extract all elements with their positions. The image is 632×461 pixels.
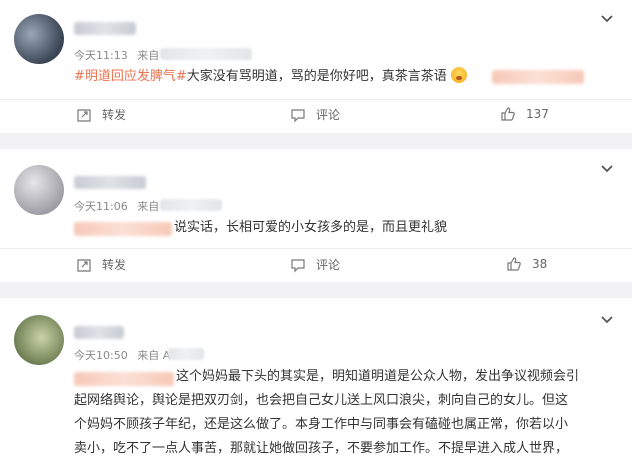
chevron-down-icon[interactable] bbox=[600, 162, 614, 176]
repost-label: 转发 bbox=[102, 108, 127, 122]
repost-icon bbox=[77, 258, 91, 272]
username-blurred[interactable] bbox=[74, 22, 136, 35]
post-meta: 今天10:50 来自 A bbox=[74, 347, 170, 363]
comment-button[interactable]: 评论 bbox=[290, 256, 340, 273]
post-time: 今天10:50 bbox=[74, 349, 128, 362]
like-icon bbox=[507, 257, 521, 271]
like-icon bbox=[501, 107, 515, 121]
comment-icon bbox=[291, 258, 305, 272]
comment-line-4: 卖小，吃不了一点人事苦，那就让她做回孩子，不要参加工作。不提早进入成人世界， bbox=[74, 441, 569, 456]
post-meta: 今天11:13 来自 bbox=[74, 47, 159, 63]
comment-label: 评论 bbox=[316, 258, 341, 272]
comment-text: #明道回应发脾气#大家没有骂明道，骂的是你好吧，真茶言茶语 bbox=[74, 66, 467, 88]
post-meta: 今天11:06 来自 bbox=[74, 198, 159, 214]
divider bbox=[0, 248, 632, 249]
comment-button[interactable]: 评论 bbox=[290, 106, 340, 123]
source-label: 来自 bbox=[137, 200, 160, 213]
divider bbox=[0, 99, 632, 100]
hashtag-link[interactable]: #明道回应发脾气# bbox=[74, 69, 187, 84]
mention-blurred[interactable] bbox=[74, 372, 174, 386]
repost-button[interactable]: 转发 bbox=[76, 106, 126, 123]
repost-icon bbox=[77, 108, 91, 122]
like-button[interactable]: 137 bbox=[500, 106, 549, 122]
mention-blurred[interactable] bbox=[492, 70, 584, 84]
repost-label: 转发 bbox=[102, 258, 127, 272]
source-label: 来自 bbox=[137, 349, 160, 362]
avatar[interactable] bbox=[14, 315, 64, 365]
avatar[interactable] bbox=[14, 14, 64, 64]
comment-icon bbox=[291, 108, 305, 122]
comment-line-1: 这个妈妈最下头的其实是，明知道明道是公众人物，发出争议视频会引 bbox=[176, 369, 580, 384]
avatar[interactable] bbox=[14, 165, 64, 215]
emoji-icon bbox=[450, 67, 467, 83]
like-count: 137 bbox=[526, 107, 549, 121]
mention-blurred[interactable] bbox=[74, 222, 172, 236]
like-button[interactable]: 38 bbox=[506, 256, 547, 272]
post-time: 今天11:13 bbox=[74, 49, 128, 62]
chevron-down-icon[interactable] bbox=[600, 12, 614, 26]
comment-feed: 今天11:13 来自 #明道回应发脾气#大家没有骂明道，骂的是你好吧，真茶言茶语… bbox=[0, 0, 632, 461]
post-time: 今天11:06 bbox=[74, 200, 128, 213]
comment-line-3: 个妈妈不顾孩子年纪，还是这么做了。本身工作中与同事会有磕碰也属正常，你若以小 bbox=[74, 417, 569, 432]
username-blurred[interactable] bbox=[74, 326, 124, 339]
chevron-down-icon[interactable] bbox=[600, 313, 614, 327]
source-blurred[interactable] bbox=[168, 348, 204, 360]
source-label: 来自 bbox=[137, 49, 160, 62]
comment-line-2: 起网络舆论，舆论是把双刃剑，也会把自己女儿送上风口浪尖，刺向自己的女儿。但这 bbox=[74, 393, 569, 408]
username-blurred[interactable] bbox=[74, 176, 146, 189]
like-count: 38 bbox=[532, 257, 548, 271]
source-blurred[interactable] bbox=[160, 199, 222, 211]
comment-text: 说实话，长相可爱的小女孩多的是，而且更礼貌 bbox=[174, 220, 448, 235]
repost-button[interactable]: 转发 bbox=[76, 256, 126, 273]
comment-label: 评论 bbox=[316, 108, 341, 122]
source-blurred[interactable] bbox=[160, 48, 252, 60]
